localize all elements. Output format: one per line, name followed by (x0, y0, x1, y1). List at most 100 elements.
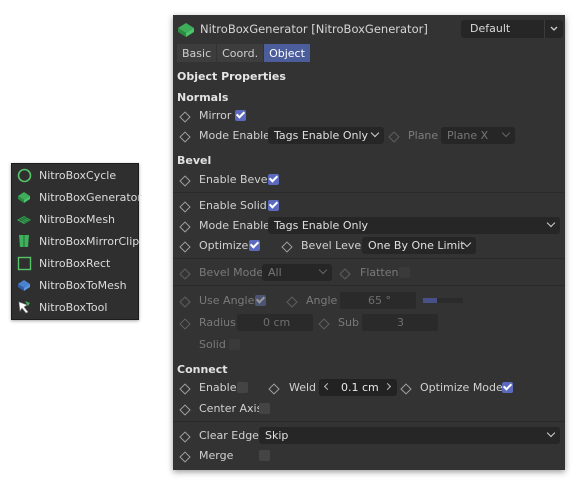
mode-enable-label: Mode Enable (199, 129, 270, 142)
keyframe-diamond-icon[interactable] (179, 451, 191, 463)
radius-label: Radius (199, 316, 236, 329)
keyframe-diamond-icon[interactable] (179, 131, 191, 143)
keyframe-diamond-icon[interactable] (179, 201, 191, 213)
menu-item-nitroboxmesh[interactable]: NitroBoxMesh (12, 208, 138, 230)
weld-value: 0.1 cm (341, 381, 379, 394)
menu-item-nitroboxtool[interactable]: NitroBoxTool (12, 296, 138, 318)
center-axis-row: Center Axis (173, 399, 565, 419)
bevel-mode-label: Bevel Mode (199, 266, 264, 279)
keyframe-diamond-icon[interactable] (318, 318, 330, 330)
normals-mode-row: Mode Enable Tags Enable Only Plane Plane… (173, 126, 565, 146)
mode-enable-label: Mode Enable (199, 219, 270, 232)
connect-heading: Connect (177, 363, 228, 376)
keyframe-diamond-icon[interactable] (179, 241, 191, 253)
clear-edge-dropdown[interactable]: Skip (259, 427, 560, 444)
use-angle-row: Use Angle Angle 65 ° (173, 291, 565, 311)
menu-item-nitroboxgenerator[interactable]: NitroBoxGenerator (12, 186, 142, 208)
keyframe-diamond-icon[interactable] (179, 431, 191, 443)
keyframe-diamond-icon[interactable] (179, 383, 191, 395)
enable-solid-checkbox[interactable] (268, 200, 279, 211)
generator-icon (16, 189, 32, 205)
divider (173, 421, 565, 422)
enable-bevel-label: Enable Bevel (199, 173, 271, 186)
keyframe-diamond-icon[interactable] (281, 241, 293, 253)
flatten-checkbox[interactable] (399, 267, 410, 278)
keyframe-diamond-icon[interactable] (400, 383, 412, 395)
menu-item-nitroboxtomesh[interactable]: NitroBoxToMesh (12, 274, 138, 296)
keyframe-diamond-icon[interactable] (388, 131, 400, 143)
angle-value: 65 ° (368, 294, 391, 307)
optimize-mode-checkbox[interactable] (502, 382, 513, 393)
mirror-label: Mirror (199, 109, 232, 122)
weld-stepper[interactable]: 0.1 cm (319, 379, 397, 396)
menu-item-label: NitroBoxToMesh (39, 278, 127, 292)
tab-coord[interactable]: Coord. (217, 44, 264, 62)
keyframe-diamond-icon[interactable] (339, 268, 351, 280)
radius-field[interactable]: 0 cm (237, 314, 313, 331)
solid-checkbox[interactable] (229, 339, 240, 350)
center-axis-label: Center Axis (199, 402, 263, 415)
menu-item-nitroboxrect[interactable]: NitroBoxRect (12, 252, 138, 274)
keyframe-diamond-icon[interactable] (179, 318, 191, 330)
circle-icon (16, 167, 32, 183)
menu-item-label: NitroBoxMesh (39, 212, 116, 226)
angle-slider[interactable] (423, 298, 463, 303)
angle-field[interactable]: 65 ° (340, 292, 416, 309)
solid-row: Solid (173, 335, 565, 355)
menu-item-nitroboxcycle[interactable]: NitroBoxCycle (12, 164, 138, 186)
keyframe-diamond-icon[interactable] (179, 175, 191, 187)
radius-value: 0 cm (263, 316, 291, 329)
normals-heading: Normals (177, 91, 229, 104)
use-angle-checkbox[interactable] (255, 295, 266, 306)
bevel-level-label: Bevel Level (301, 239, 365, 252)
tab-bar: Basic Coord. Object (177, 44, 311, 62)
keyframe-diamond-icon[interactable] (268, 383, 280, 395)
enable-solid-row: Enable Solid (173, 196, 565, 216)
plane-label: Plane (408, 129, 439, 142)
bevel-level-dropdown[interactable]: One By One Limit (362, 237, 476, 254)
menu-item-label: NitroBoxMirrorClip (39, 234, 140, 248)
divider (173, 258, 565, 259)
chevron-left-icon[interactable] (323, 382, 332, 391)
bevel-mode-enable-dropdown[interactable]: Tags Enable Only (268, 217, 560, 234)
normals-mode-dropdown[interactable]: Tags Enable Only (268, 127, 384, 144)
tab-basic[interactable]: Basic (177, 44, 217, 62)
keyframe-diamond-icon[interactable] (286, 296, 298, 308)
chevron-down-icon (318, 265, 328, 275)
merge-row: Merge (173, 446, 565, 466)
generator-icon (177, 20, 195, 38)
bevel-mode-enable-row: Mode Enable Tags Enable Only (173, 216, 565, 236)
menu-item-label: NitroBoxCycle (39, 168, 117, 182)
clear-edge-label: Clear Edge (199, 429, 259, 442)
sub-field[interactable]: 3 (362, 314, 438, 331)
plane-dropdown[interactable]: Plane X (441, 127, 515, 144)
keyframe-diamond-icon[interactable] (179, 111, 191, 123)
keyframe-diamond-icon[interactable] (179, 221, 191, 233)
merge-checkbox[interactable] (259, 450, 270, 461)
enable-bevel-checkbox[interactable] (268, 174, 279, 185)
chevron-down-icon (546, 218, 556, 228)
clear-edge-value: Skip (265, 429, 289, 442)
mirror-checkbox[interactable] (235, 110, 246, 121)
enable-solid-label: Enable Solid (199, 199, 267, 212)
menu-item-nitroboxmirrorclip[interactable]: NitroBoxMirrorClip (12, 230, 140, 252)
keyframe-diamond-icon[interactable] (179, 268, 191, 280)
chevron-down-icon (370, 128, 380, 138)
panel-title: NitroBoxGenerator [NitroBoxGenerator] (200, 22, 428, 36)
bevel-mode-dropdown[interactable]: All (262, 264, 332, 281)
connect-enable-row: Enable Weld 0.1 cm Optimize Mode (173, 378, 565, 398)
chevron-down-icon[interactable] (544, 20, 563, 38)
keyframe-diamond-icon[interactable] (179, 404, 191, 416)
preset-dropdown[interactable]: Default (461, 20, 563, 38)
tab-object[interactable]: Object (264, 44, 310, 62)
optimize-mode-label: Optimize Mode (420, 381, 503, 394)
normals-mode-value: Tags Enable Only (274, 129, 369, 142)
center-axis-checkbox[interactable] (259, 403, 270, 414)
keyframe-diamond-icon[interactable] (179, 296, 191, 308)
clear-edge-row: Clear Edge Skip (173, 426, 565, 446)
divider (173, 192, 565, 193)
connect-enable-checkbox[interactable] (237, 382, 248, 393)
chevron-right-icon[interactable] (383, 382, 392, 391)
enable-label: Enable (199, 381, 237, 394)
optimize-checkbox[interactable] (249, 240, 260, 251)
